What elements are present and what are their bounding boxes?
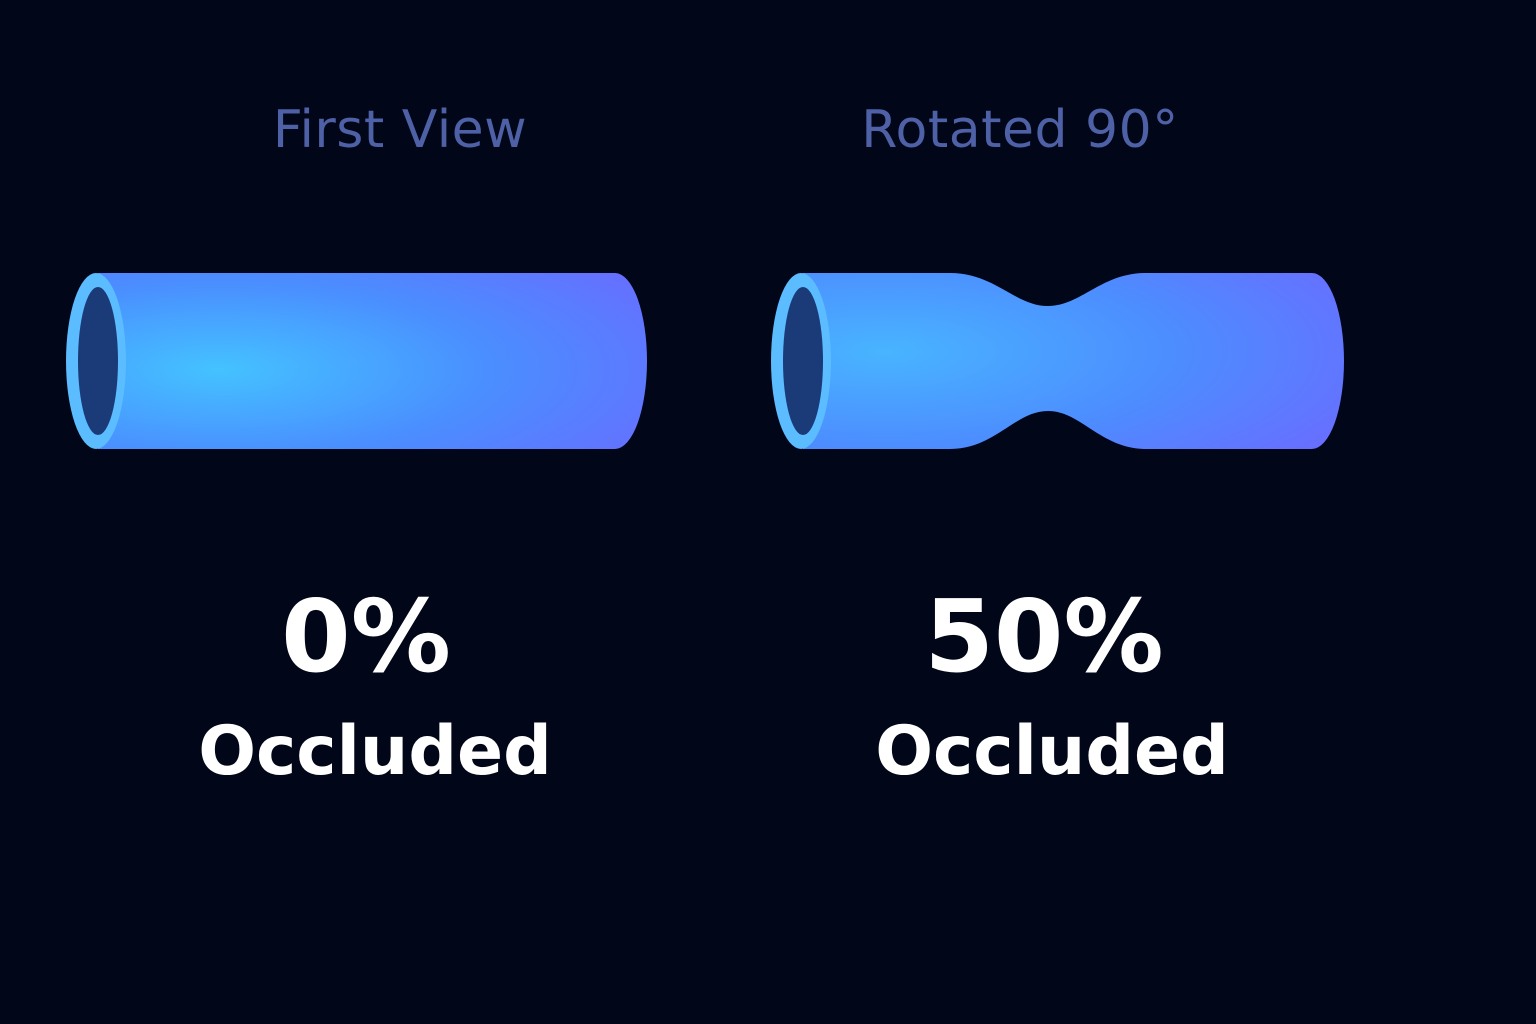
occlusion-percent-rotated-view: 50% xyxy=(924,578,1164,695)
occluded-label-rotated-view: Occluded xyxy=(875,712,1229,791)
vessel-open xyxy=(66,273,647,449)
vessel-narrowed-body xyxy=(803,273,1344,449)
vessel-narrowed-lumen xyxy=(783,287,823,435)
panel-title-rotated-view: Rotated 90° xyxy=(861,100,1179,160)
occlusion-percent-first-view: 0% xyxy=(281,578,451,695)
diagram-canvas: First View 0% Occluded Rotated 90° 50% O… xyxy=(0,0,1536,1024)
panel-title-first-view: First View xyxy=(272,100,528,160)
vessel-narrowed xyxy=(771,273,1344,449)
occluded-label-first-view: Occluded xyxy=(198,712,552,791)
vessel-open-lumen xyxy=(78,287,118,435)
vessel-open-body xyxy=(98,273,647,449)
